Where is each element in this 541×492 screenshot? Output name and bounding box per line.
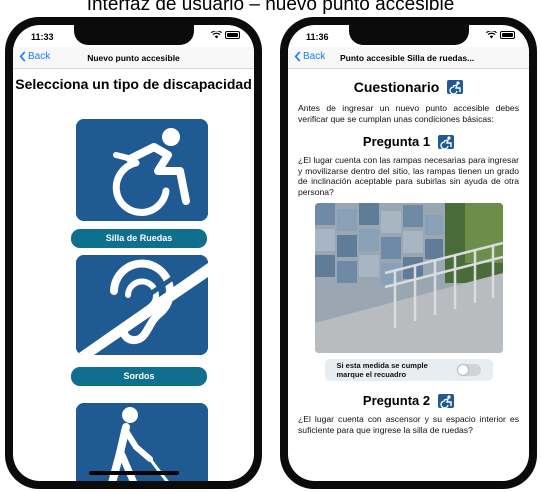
- questionnaire-title-row: Cuestionario: [288, 79, 529, 95]
- category-button-sordos[interactable]: Sordos: [71, 367, 207, 386]
- category-tile-deaf[interactable]: [76, 255, 208, 355]
- category-list: Selecciona un tipo de discapacidad Silla…: [13, 69, 254, 481]
- navigation-bar: Back Nuevo punto accesible: [13, 47, 254, 69]
- intro-text: Antes de ingresar un nuevo punto accesib…: [298, 103, 519, 124]
- question-1-heading: Pregunta 1: [362, 134, 431, 149]
- chevron-left-icon: [294, 51, 301, 62]
- left-phone-frame: 11:33 Back Nuevo punto accesible Selecci…: [5, 17, 262, 489]
- question-1-toggle-row: Si esta medida se cumple marque el recua…: [324, 359, 493, 381]
- left-phone-screen: 11:33 Back Nuevo punto accesible Selecci…: [13, 25, 254, 481]
- phone-notch: [348, 25, 469, 45]
- right-phone-frame: 11:36 Back Punto accesible Silla de rued…: [280, 17, 537, 489]
- question-2-heading-row: Pregunta 2: [288, 393, 529, 409]
- nav-title: Nuevo punto accesible: [87, 53, 180, 63]
- question-2-heading: Pregunta 2: [362, 393, 431, 408]
- questionnaire-title: Cuestionario: [353, 79, 440, 95]
- questionnaire: Cuestionario Antes de ingresar un nuevo …: [288, 69, 529, 481]
- wheelchair-icon: [438, 393, 455, 409]
- ramp-photo: [314, 203, 503, 353]
- page-heading: Selecciona un tipo de discapacidad: [15, 76, 252, 92]
- question-1-toggle-switch[interactable]: [456, 364, 481, 376]
- status-time: 11:33: [31, 32, 54, 42]
- switch-knob: [457, 365, 468, 375]
- category-tile-wheelchair[interactable]: [76, 119, 208, 221]
- wheelchair-icon: [76, 119, 208, 221]
- phone-notch: [73, 25, 194, 45]
- wheelchair-icon: [447, 80, 464, 95]
- question-1-toggle-label: Si esta medida se cumple marque el recua…: [336, 361, 428, 379]
- figure-caption: Interfaz de usuario – nuevo punto accesi…: [86, 0, 455, 15]
- wifi-icon: [211, 31, 222, 39]
- nav-title: Punto accesible Silla de ruedas...: [340, 53, 475, 63]
- question-1-heading-row: Pregunta 1: [288, 134, 529, 150]
- question-2-text: ¿El lugar cuenta con ascensor y su espac…: [298, 414, 519, 435]
- battery-icon: [500, 31, 515, 39]
- question-1-text: ¿El lugar cuenta con las rampas necesari…: [298, 155, 519, 197]
- wheelchair-icon: [438, 134, 455, 150]
- blind-icon: [76, 403, 208, 481]
- wifi-icon: [486, 31, 497, 39]
- deaf-icon: [76, 255, 208, 355]
- battery-icon: [225, 31, 240, 39]
- home-indicator: [88, 471, 179, 475]
- status-time: 11:36: [306, 32, 329, 42]
- category-button-silla-de-ruedas[interactable]: Silla de Ruedas: [71, 229, 207, 248]
- right-phone-screen: 11:36 Back Punto accesible Silla de rued…: [288, 25, 529, 481]
- navigation-bar: Back Punto accesible Silla de ruedas...: [288, 47, 529, 69]
- category-tile-blind[interactable]: [76, 403, 208, 481]
